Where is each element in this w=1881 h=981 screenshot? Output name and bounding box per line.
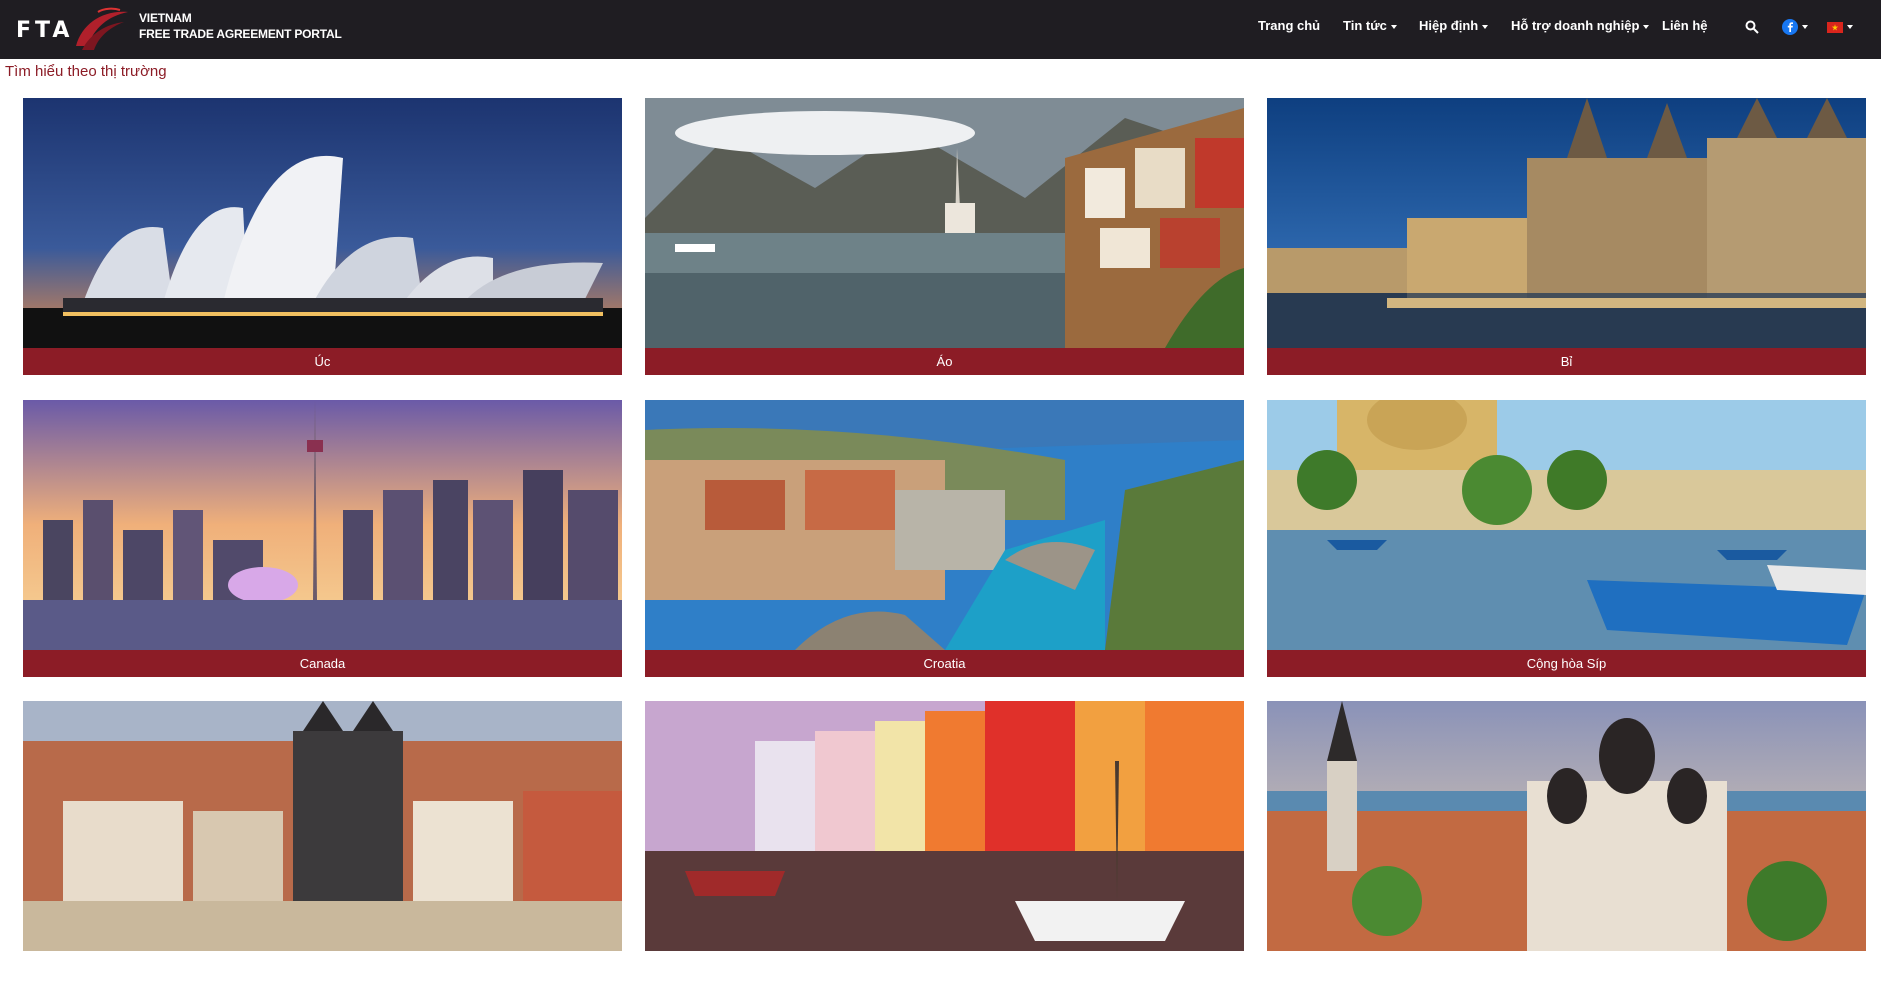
brand-title: VIETNAM FREE TRADE AGREEMENT PORTAL [139, 10, 342, 42]
market-label: Cộng hòa Síp [1267, 650, 1866, 677]
market-label: Áo [645, 348, 1244, 375]
nav-contact[interactable]: Liên hệ [1662, 18, 1708, 33]
market-label: Croatia [645, 650, 1244, 677]
market-label: Úc [23, 348, 622, 375]
logo-text: FTA [16, 18, 74, 43]
market-card-croatia[interactable]: Croatia [645, 400, 1244, 680]
nav-news[interactable]: Tin tức [1343, 18, 1397, 33]
brand-line-2: FREE TRADE AGREEMENT PORTAL [139, 27, 342, 41]
market-label: Bỉ [1267, 348, 1866, 375]
top-navbar: FTA VIETNAM FREE TRADE AGREEMENT PORTAL … [0, 0, 1881, 59]
nav-contact-label: Liên hệ [1662, 18, 1708, 33]
tallinn-cathedral-image [1267, 701, 1866, 951]
nav-home-label: Trang chủ [1258, 18, 1321, 33]
chevron-down-icon [1482, 24, 1489, 29]
market-card-denmark[interactable] [645, 701, 1244, 981]
nav-agreements[interactable]: Hiệp định [1419, 18, 1489, 33]
market-card-cyprus[interactable]: Cộng hòa Síp [1267, 400, 1866, 680]
search-icon [1745, 20, 1759, 34]
market-card-czech[interactable] [23, 701, 622, 981]
chevron-down-icon [1390, 24, 1397, 29]
nav-home[interactable]: Trang chủ [1258, 18, 1320, 33]
fta-logo[interactable]: FTA [14, 6, 128, 52]
brand-line-1: VIETNAM [139, 11, 192, 25]
prague-old-town-image [23, 701, 622, 951]
market-label: Canada [23, 650, 622, 677]
nav-news-label: Tin tức [1343, 18, 1387, 33]
facebook-menu[interactable] [1782, 17, 1808, 37]
market-card-belgium[interactable]: Bỉ [1267, 98, 1866, 378]
facebook-icon [1782, 19, 1798, 35]
vietnam-flag-icon [1827, 21, 1843, 33]
market-card-australia[interactable]: Úc [23, 98, 622, 378]
section-title: Tìm hiểu theo thị trường [5, 63, 167, 80]
nav-business-support-label: Hỗ trợ doanh nghiệp [1511, 18, 1640, 33]
search-button[interactable] [1745, 17, 1759, 37]
chevron-down-icon [1802, 25, 1808, 29]
hallstatt-lake-village-image [645, 98, 1244, 348]
ghent-canal-buildings-image [1267, 98, 1866, 348]
logo-swirl-icon [76, 7, 128, 50]
toronto-skyline-image [23, 400, 622, 650]
sydney-opera-house-image [23, 98, 622, 348]
market-card-canada[interactable]: Canada [23, 400, 622, 680]
nav-business-support[interactable]: Hỗ trợ doanh nghiệp [1511, 18, 1650, 33]
nav-agreements-label: Hiệp định [1419, 18, 1479, 33]
chevron-down-icon [1643, 24, 1650, 29]
dubrovnik-coast-image [645, 400, 1244, 650]
chevron-down-icon [1847, 25, 1853, 29]
market-card-estonia[interactable] [1267, 701, 1866, 981]
language-menu[interactable] [1827, 17, 1853, 37]
market-card-austria[interactable]: Áo [645, 98, 1244, 378]
cyprus-harbour-boats-image [1267, 400, 1866, 650]
copenhagen-nyhavn-image [645, 701, 1244, 951]
